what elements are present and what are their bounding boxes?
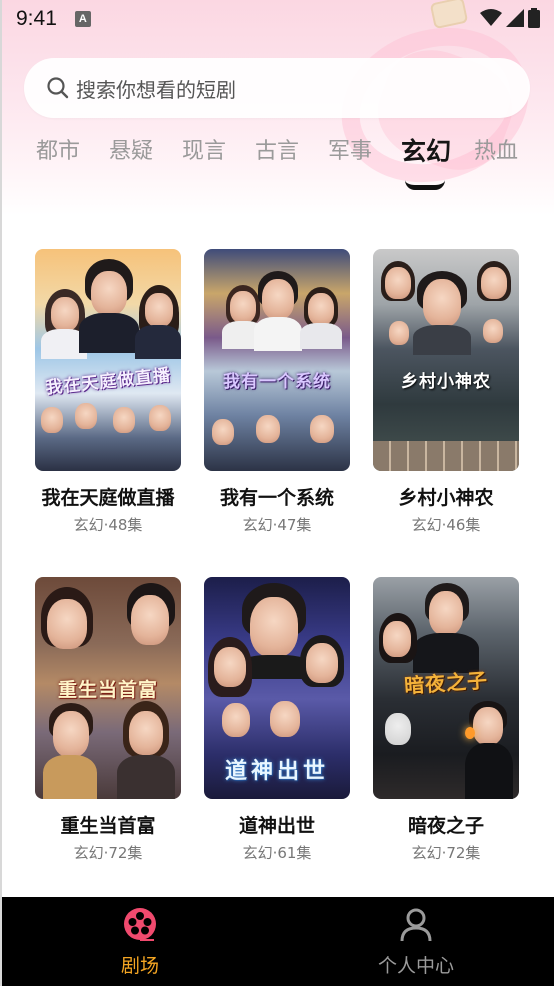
poster-title-art: 道神出世 (224, 759, 329, 784)
drama-card[interactable]: 我在天庭做直播 我在天庭做直播 玄幻·48集 (35, 249, 181, 535)
tab-guyan[interactable]: 古言 (255, 132, 328, 172)
nav-theater[interactable]: 剧场 (2, 897, 278, 986)
poster-title-art: 重生当首富 (57, 679, 158, 701)
tab-label: 悬疑 (109, 139, 154, 164)
tab-dushi[interactable]: 都市 (36, 132, 109, 172)
drama-card[interactable]: 我有一个系统 我有一个系统 玄幻·47集 (204, 249, 350, 535)
poster-title-art: 暗夜之子 (403, 668, 489, 698)
drama-meta: 玄幻·48集 (73, 516, 143, 534)
category-tabs: 都市 悬疑 现言 古言 军事 玄幻 热血 (36, 132, 554, 192)
drama-poster[interactable]: 我在天庭做直播 (35, 249, 181, 471)
drama-meta: 玄幻·46集 (411, 516, 481, 534)
notification-icon: A (74, 11, 91, 27)
wifi-icon (480, 9, 502, 26)
tab-label: 玄幻 (401, 137, 452, 166)
drama-title: 重生当首富 (60, 815, 156, 837)
tab-xianyan[interactable]: 现言 (182, 132, 255, 172)
search-bar[interactable]: 搜索你想看的短剧 (24, 58, 530, 118)
drama-meta: 玄幻·61集 (242, 844, 312, 862)
tab-xuanhuan[interactable]: 玄幻 (401, 132, 474, 190)
tab-label: 军事 (328, 139, 373, 164)
cellular-signal-icon (506, 9, 524, 27)
drama-title: 我有一个系统 (219, 487, 334, 509)
drama-poster[interactable]: 道神出世 (204, 577, 350, 799)
drama-title: 道神出世 (238, 815, 315, 837)
nav-label: 剧场 (120, 955, 159, 977)
drama-meta: 玄幻·72集 (411, 844, 481, 862)
tab-label: 热血 (474, 139, 519, 164)
tab-xuanyi[interactable]: 悬疑 (109, 132, 182, 172)
active-tab-indicator (405, 180, 445, 190)
drama-poster[interactable]: 我有一个系统 (204, 249, 350, 471)
drama-poster[interactable]: 暗夜之子 (373, 577, 519, 799)
drama-title: 暗夜之子 (407, 815, 484, 837)
tab-rexue[interactable]: 热血 (474, 132, 547, 172)
drama-card[interactable]: 暗夜之子 暗夜之子 玄幻·72集 (373, 577, 519, 863)
poster-title-art: 乡村小神农 (401, 372, 491, 392)
film-reel-icon (124, 908, 156, 941)
tab-label: 现言 (182, 139, 227, 164)
status-time: 9:41 (16, 7, 57, 30)
drama-poster[interactable]: 重生当首富 (35, 577, 181, 799)
drama-meta: 玄幻·72集 (73, 844, 143, 862)
poster-title-art: 我有一个系统 (223, 372, 331, 392)
battery-icon (528, 8, 540, 28)
tab-label: 都市 (36, 139, 81, 164)
bottom-navigation: 剧场 个人中心 (2, 897, 554, 986)
drama-poster[interactable]: 乡村小神农 (373, 249, 519, 471)
left-edge-line (0, 0, 2, 986)
drama-title: 乡村小神农 (398, 487, 494, 509)
drama-card[interactable]: 重生当首富 重生当首富 玄幻·72集 (35, 577, 181, 863)
nav-label: 个人中心 (377, 955, 454, 977)
tab-label: 古言 (255, 139, 300, 164)
drama-meta: 玄幻·47集 (242, 516, 312, 534)
drama-card[interactable]: 道神出世 道神出世 玄幻·61集 (204, 577, 350, 863)
drama-title: 我在天庭做直播 (41, 487, 175, 509)
status-bar: 9:41 A (0, 0, 554, 38)
poster-title-art: 我在天庭做直播 (44, 365, 172, 399)
drama-card[interactable]: 乡村小神农 乡村小神农 玄幻·46集 (373, 249, 519, 535)
nav-profile[interactable]: 个人中心 (278, 897, 554, 986)
tab-junshi[interactable]: 军事 (328, 132, 401, 172)
user-icon (400, 908, 432, 942)
search-placeholder: 搜索你想看的短剧 (76, 77, 236, 102)
search-icon (47, 77, 69, 99)
